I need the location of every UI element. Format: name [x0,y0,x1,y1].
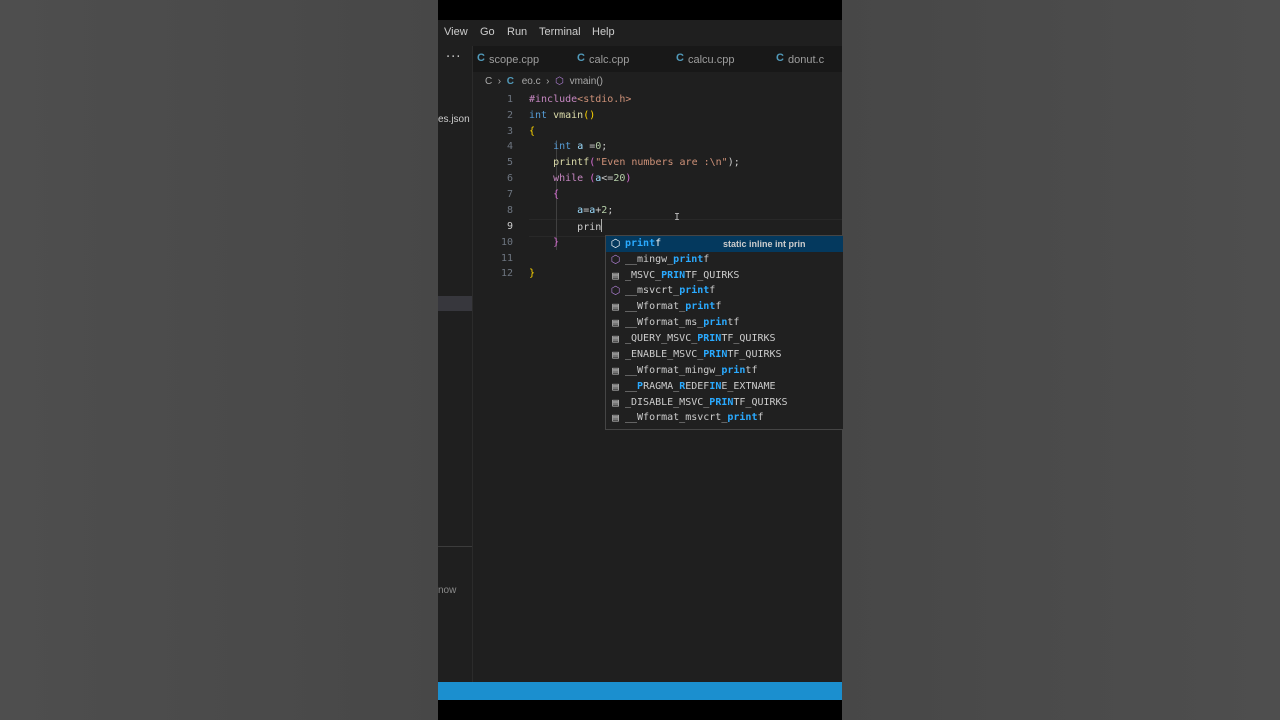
method-cube-icon: ⬡ [610,253,621,266]
suggestion-item[interactable]: ▤ _QUERY_MSVC_PRINTF_QUIRKS [606,331,843,347]
suggestion-item[interactable]: ▤ __Wformat_ms_printf [606,315,843,331]
menu-run[interactable]: Run [507,26,527,38]
line-number: 9 [506,221,513,232]
right-backdrop [842,0,1280,720]
c-file-icon: C [776,52,784,64]
menu-help[interactable]: Help [592,26,615,38]
status-bar [438,682,842,700]
macro-icon: ▤ [612,300,619,313]
suggestion-item[interactable]: ▤ _ENABLE_MSVC_PRINTF_QUIRKS [606,347,843,363]
line-number: 3 [506,126,513,137]
macro-icon: ▤ [612,380,619,393]
code-line-7: { [553,189,560,200]
code-line-3: { [529,126,536,137]
suggestion-item[interactable]: ▤ __PRAGMA_REDEFINE_EXTNAME [606,379,843,395]
autocomplete-suggestions: ⬡ printf static inline int prin ⬡ __ming… [605,235,843,430]
tab-scope-cpp[interactable]: C scope.cpp [473,46,561,72]
explorer-selected-row[interactable] [438,296,472,311]
method-cube-icon: ⬡ [555,76,564,87]
suggestion-item[interactable]: ▤ __Wformat_printf [606,299,843,315]
code-line-6: while (a<=20) [553,173,632,184]
line-number: 8 [506,205,513,216]
panel-divider [438,546,472,547]
tab-label: calcu.cpp [688,54,735,66]
macro-icon: ▤ [612,269,619,282]
bottom-black-bar [438,700,842,720]
chevron-right-icon: › [495,76,504,87]
suggestion-detail: static inline int prin [723,239,806,249]
code-line-5: printf("Even numbers are :\n"); [553,157,740,168]
tab-label: calc.cpp [589,54,630,66]
line-number: 7 [506,189,513,200]
macro-icon: ▤ [612,348,619,361]
mouse-ibeam-icon: I [674,212,681,223]
suggestion-item[interactable]: ▤ _DISABLE_MSVC_PRINTF_QUIRKS [606,395,843,411]
code-line-1: #include<stdio.h> [529,94,632,105]
macro-icon: ▤ [612,332,619,345]
menu-terminal[interactable]: Terminal [539,26,581,38]
cpp-file-icon: C [676,52,684,64]
code-line-2: int vmain() [529,110,596,121]
cpp-file-icon: C [477,52,485,64]
tab-calcu-cpp[interactable]: C calcu.cpp [672,46,762,72]
line-number: 5 [506,157,513,168]
macro-icon: ▤ [612,316,619,329]
code-line-9: prin [529,219,603,235]
code-line-10: } [553,237,560,248]
macro-icon: ▤ [612,411,619,424]
line-number: 10 [500,237,513,248]
chevron-right-icon: › [543,76,553,87]
line-number: 4 [506,141,513,152]
tab-donut-c[interactable]: C donut.c [772,46,842,72]
left-backdrop [0,0,438,720]
timeline-text: now [438,585,457,596]
line-number: 2 [506,110,513,121]
breadcrumb-folder[interactable]: C [485,76,492,87]
suggestion-item[interactable]: ▤ __Wformat_mingw_printf [606,363,843,379]
method-cube-icon: ⬡ [610,284,621,297]
code-line-8: a=a+2; [577,205,614,216]
line-number: 6 [506,173,513,184]
tab-calc-cpp[interactable]: C calc.cpp [573,46,661,72]
tab-label: scope.cpp [489,54,540,66]
macro-icon: ▤ [612,396,619,409]
typed-text: prin [577,222,602,233]
suggestion-item[interactable]: ▤ __Wformat_msvcrt_printf [606,410,843,426]
text-caret [601,219,603,232]
suggestion-item[interactable]: ▤ _MSVC_PRINTF_QUIRKS [606,268,843,284]
breadcrumb: C › C eo.c › ⬡ vmain() [485,76,603,90]
suggestion-item[interactable]: ⬡ printf static inline int prin [606,236,843,252]
explorer-file-item[interactable]: es.json [438,114,470,125]
editor-tabs: C scope.cpp C calc.cpp C calcu.cpp C don… [473,46,842,72]
suggestion-item[interactable]: ⬡ __mingw_printf [606,252,843,268]
menu-go[interactable]: Go [480,26,495,38]
explorer-panel: ··· es.json now [438,46,472,682]
line-number: 12 [500,268,513,279]
breadcrumb-file[interactable]: eo.c [522,76,541,87]
macro-icon: ▤ [612,364,619,377]
line-number: 1 [506,94,513,105]
code-line-12: } [529,268,536,279]
more-actions-icon[interactable]: ··· [446,50,461,65]
tab-label: donut.c [788,54,825,66]
c-file-icon: C [506,76,514,87]
top-black-bar [438,0,842,20]
menu-view[interactable]: View [444,26,468,38]
breadcrumb-symbol[interactable]: vmain() [570,76,603,87]
menu-bar: View Go Run Terminal Help [438,20,842,46]
cpp-file-icon: C [577,52,585,64]
suggestion-item[interactable]: ⬡ __msvcrt_printf [606,283,843,299]
method-cube-icon: ⬡ [610,237,621,250]
code-line-4: int a =0; [553,141,608,152]
line-number: 11 [500,253,513,264]
